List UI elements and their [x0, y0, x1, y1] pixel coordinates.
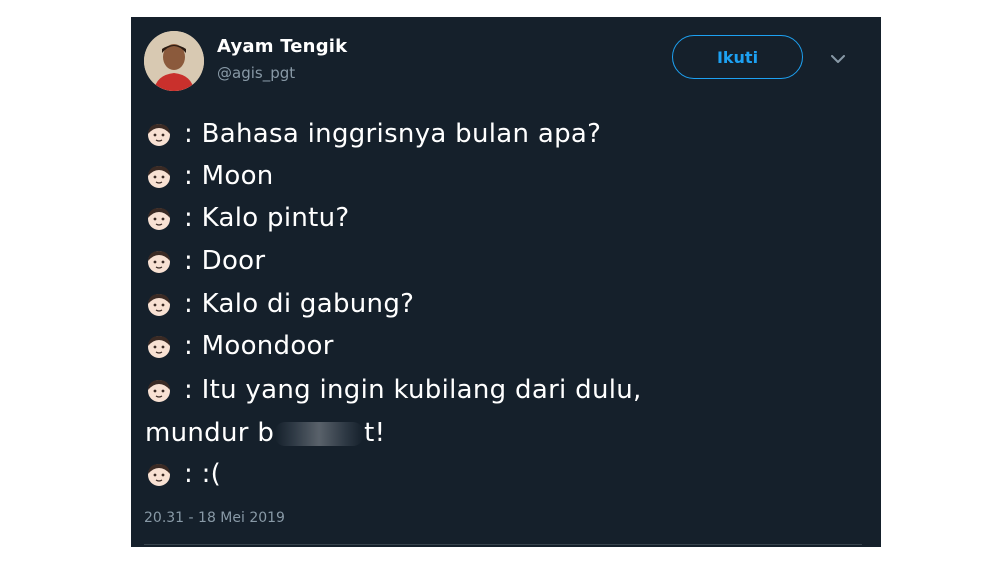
- tweet-card: Ayam Tengik @agis_pgt Ikuti : Bahasa ing…: [131, 17, 881, 547]
- tweet-line-text: mundur b: [145, 418, 275, 448]
- tweet-line-text: : Kalo pintu?: [184, 203, 350, 233]
- tweet-line-text: : Bahasa inggrisnya bulan apa?: [184, 119, 602, 149]
- tweet-line-text: t!: [364, 418, 386, 448]
- tweet-body: : Bahasa inggrisnya bulan apa? : Moon : …: [131, 17, 881, 547]
- face-emoji-icon: [148, 124, 170, 146]
- tweet-line-continuation: mundur b t!: [145, 414, 385, 452]
- face-emoji-icon: [148, 464, 170, 486]
- tweet-line: : Kalo di gabung?: [145, 285, 414, 323]
- face-emoji-icon: [148, 336, 170, 358]
- face-emoji-icon: [148, 208, 170, 230]
- tweet-line-text: : Moondoor: [184, 331, 334, 361]
- tweet-timestamp[interactable]: 20.31 - 18 Mei 2019: [144, 510, 285, 526]
- tweet-line: : Itu yang ingin kubilang dari dulu,: [145, 371, 642, 409]
- divider: [144, 544, 862, 545]
- tweet-line-text: : :(: [184, 459, 222, 489]
- tweet-line-text: : Moon: [184, 161, 274, 191]
- tweet-line: : Moondoor: [145, 327, 334, 365]
- tweet-line-text: : Door: [184, 246, 266, 276]
- censor-blur: [275, 421, 364, 446]
- face-emoji-icon: [148, 294, 170, 316]
- face-emoji-icon: [148, 166, 170, 188]
- tweet-line-text: : Itu yang ingin kubilang dari dulu,: [184, 375, 642, 405]
- tweet-line: : :(: [145, 455, 221, 493]
- tweet-line: : Moon: [145, 157, 274, 195]
- tweet-line: : Bahasa inggrisnya bulan apa?: [145, 115, 601, 153]
- face-emoji-icon: [148, 380, 170, 402]
- face-emoji-icon: [148, 251, 170, 273]
- tweet-line-text: : Kalo di gabung?: [184, 289, 415, 319]
- tweet-line: : Door: [145, 242, 265, 280]
- tweet-line: : Kalo pintu?: [145, 199, 350, 237]
